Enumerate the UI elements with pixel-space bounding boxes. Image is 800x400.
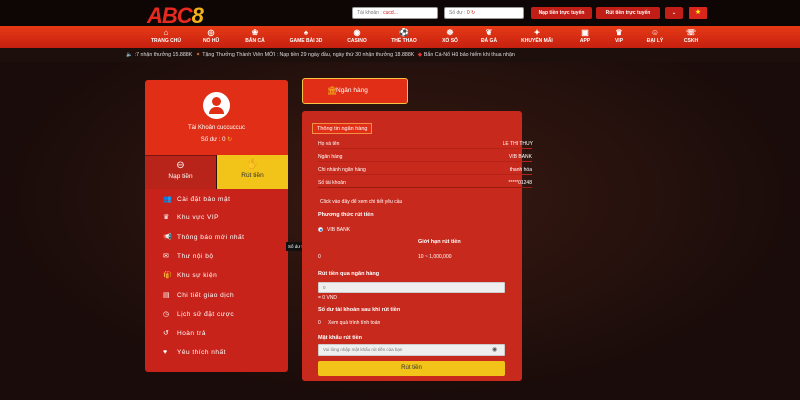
nav-item-lottery[interactable]: ☸ XỔ SỐ bbox=[435, 26, 465, 48]
nav-item-fishing[interactable]: ❀ BẮN CÁ bbox=[238, 26, 272, 48]
nav-item-cockfight[interactable]: ❦ ĐÁ GÀ bbox=[476, 26, 502, 48]
crown-icon: ♛ bbox=[163, 214, 170, 221]
menu-item-rebate[interactable]: ↺ Hoàn trả bbox=[163, 328, 206, 340]
chevron-down-icon[interactable]: ⌄ bbox=[665, 7, 683, 19]
gift-icon: 🎁 bbox=[163, 272, 173, 279]
limit-label: Giới hạn rút tiền bbox=[418, 239, 461, 245]
casino-chip-icon: ◉ bbox=[353, 28, 361, 37]
users-icon: 👥 bbox=[163, 196, 173, 203]
method-value[interactable]: VIB BANK bbox=[327, 227, 350, 233]
withdraw-submit-button[interactable]: Rút tiền bbox=[318, 361, 505, 376]
account-card: Tài Khoản cuccuccuc Số dư : 0 ↻ bbox=[145, 80, 288, 155]
info-row-bank: Ngân hàng VIB BANK bbox=[318, 154, 532, 162]
nav-item-promotions[interactable]: ✦ KHUYẾN MÃI bbox=[514, 26, 560, 48]
soccer-ball-icon: ⚽ bbox=[399, 28, 409, 37]
nav-item-card-games[interactable]: ♠ GAME BÀI 3D bbox=[281, 26, 331, 48]
crown-icon: ♛ bbox=[615, 28, 623, 37]
clock-icon: ◷ bbox=[163, 311, 170, 318]
menu-item-security[interactable]: 👥 Cài đặt bảo mật bbox=[163, 194, 230, 206]
balance-field[interactable]: Số dư : 0 ↻ bbox=[444, 7, 524, 19]
heart-icon: ♥ bbox=[163, 349, 168, 356]
refresh-icon[interactable]: ↻ bbox=[471, 10, 475, 16]
announcement-ticker[interactable]: 🔈:7 nhận thưởng 15.888K ✦ Tặng Thưởng Thà… bbox=[0, 48, 800, 62]
nav-item-casino[interactable]: ◉ CASINO bbox=[340, 26, 374, 48]
withdraw-button[interactable]: ✋ Rút tiền bbox=[217, 155, 288, 189]
menu-item-notifications[interactable]: 📢 Thông báo mới nhất bbox=[163, 232, 244, 244]
deposit-icon: ⊖ bbox=[176, 160, 185, 171]
refresh-icon[interactable]: ↻ bbox=[227, 137, 232, 143]
megaphone-icon: 📢 bbox=[163, 234, 173, 241]
nav-item-support[interactable]: ☏ CSKH bbox=[679, 26, 703, 48]
nav-item-agent[interactable]: ☺ ĐẠI LÝ bbox=[640, 26, 670, 48]
cards-icon: ♠ bbox=[303, 28, 309, 37]
promo-icon: ✦ bbox=[533, 28, 541, 37]
lottery-icon: ☸ bbox=[446, 28, 454, 37]
calculation-link[interactable]: Xem quá trình tính toán bbox=[328, 320, 380, 326]
menu-item-vip[interactable]: ♛ Khu vực VIP bbox=[163, 212, 219, 224]
avatar-icon bbox=[203, 92, 230, 119]
after-balance-value: 0 bbox=[318, 320, 321, 326]
rooster-icon: ❦ bbox=[485, 28, 493, 37]
slots-icon: ◎ bbox=[207, 28, 215, 37]
top-header: ABC8 Tài khoản : cucd... Số dư : 0 ↻ Nạp… bbox=[0, 0, 800, 28]
info-row-account-number: Số tài khoản *****01248 bbox=[318, 180, 532, 188]
limit-value: 10 ~ 1,000,000 bbox=[418, 254, 452, 260]
account-balance: Số dư : 0 ↻ bbox=[200, 137, 233, 143]
method-radio[interactable] bbox=[318, 227, 323, 232]
receipt-icon: ▤ bbox=[163, 292, 171, 299]
info-row-branch: Chi nhánh ngân hàng thanh hóa bbox=[318, 167, 532, 175]
info-row-name: Họ và tên LE THI THUY bbox=[318, 141, 533, 149]
agent-icon: ☺ bbox=[650, 28, 660, 37]
nav-item-slots[interactable]: ◎ NỔ HŨ bbox=[195, 26, 227, 48]
password-input[interactable]: Vui lòng nhập mật khẩu rút tiền của bạn bbox=[318, 344, 505, 356]
amount-label: Rút tiền qua ngân hàng bbox=[318, 271, 380, 277]
nav-item-vip[interactable]: ♛ VIP bbox=[608, 26, 630, 48]
withdraw-online-button[interactable]: Rút tiền trực tuyến bbox=[596, 7, 660, 19]
menu-item-transactions[interactable]: ▤ Chi tiết giao dịch bbox=[163, 290, 234, 302]
method-label: Phương thức rút tiền bbox=[318, 212, 374, 218]
account-menu: 👥 Cài đặt bảo mật ♛ Khu vực VIP 📢 Thông báo… bbox=[145, 189, 288, 372]
headset-icon: ☏ bbox=[685, 28, 696, 37]
eye-slash-icon[interactable]: ◉ bbox=[492, 347, 502, 353]
bank-icon: 🏛 bbox=[327, 86, 338, 95]
speaker-icon: 🔈 bbox=[126, 52, 133, 58]
mail-icon: ✉ bbox=[163, 253, 170, 260]
nav-item-app[interactable]: ▣ APP bbox=[574, 26, 596, 48]
deposit-button[interactable]: ⊖ Nạp tiền bbox=[145, 155, 216, 189]
after-balance-label: Số dư tài khoản sau khi rút tiền bbox=[318, 307, 401, 313]
app-icon: ▣ bbox=[581, 28, 589, 37]
account-name: Tài Khoản cuccuccuc bbox=[187, 125, 246, 131]
bank-info-title: Thông tin ngân hàng bbox=[312, 123, 373, 134]
limit-min-value: 0 bbox=[318, 254, 321, 260]
password-label: Mật khẩu rút tiền bbox=[318, 335, 363, 341]
amount-input[interactable]: 0 bbox=[318, 282, 505, 293]
menu-item-favorites[interactable]: ♥ Yêu thích nhất bbox=[163, 347, 226, 359]
nav-item-home[interactable]: ⌂ TRANG CHỦ bbox=[145, 26, 187, 48]
menu-item-inbox[interactable]: ✉ Thư nội bộ bbox=[163, 251, 213, 263]
nav-item-sports[interactable]: ⚽ THỂ THAO bbox=[385, 26, 423, 48]
menu-item-events[interactable]: 🎁 Khu sự kiện bbox=[163, 270, 217, 282]
deposit-online-button[interactable]: Nạp tiền trực tuyến bbox=[531, 7, 592, 19]
vietnam-flag-icon[interactable]: ★ bbox=[689, 7, 707, 19]
username-field[interactable]: Tài khoản : cucd... bbox=[352, 7, 438, 19]
refund-icon: ↺ bbox=[163, 330, 170, 337]
home-icon: ⌂ bbox=[163, 28, 169, 37]
gift-icon: ✦ bbox=[195, 52, 201, 58]
menu-item-bet-history[interactable]: ◷ Lịch sử đặt cược bbox=[163, 309, 234, 321]
fish-icon: ❀ bbox=[251, 28, 259, 37]
main-nav: ⌂ TRANG CHỦ ◎ NỔ HŨ ❀ BẮN CÁ ♠ GAME BÀI 3D ◉… bbox=[0, 26, 800, 48]
amount-vnd: = 0 VND bbox=[318, 295, 338, 301]
withdraw-hand-icon: ✋ bbox=[246, 159, 259, 170]
bullet-icon: ◆ bbox=[417, 52, 422, 58]
details-link[interactable]: Click vào đây để xem chi tiết yêu cầu bbox=[320, 199, 402, 205]
tab-bank[interactable]: 🏛 Ngân hàng bbox=[302, 78, 408, 104]
